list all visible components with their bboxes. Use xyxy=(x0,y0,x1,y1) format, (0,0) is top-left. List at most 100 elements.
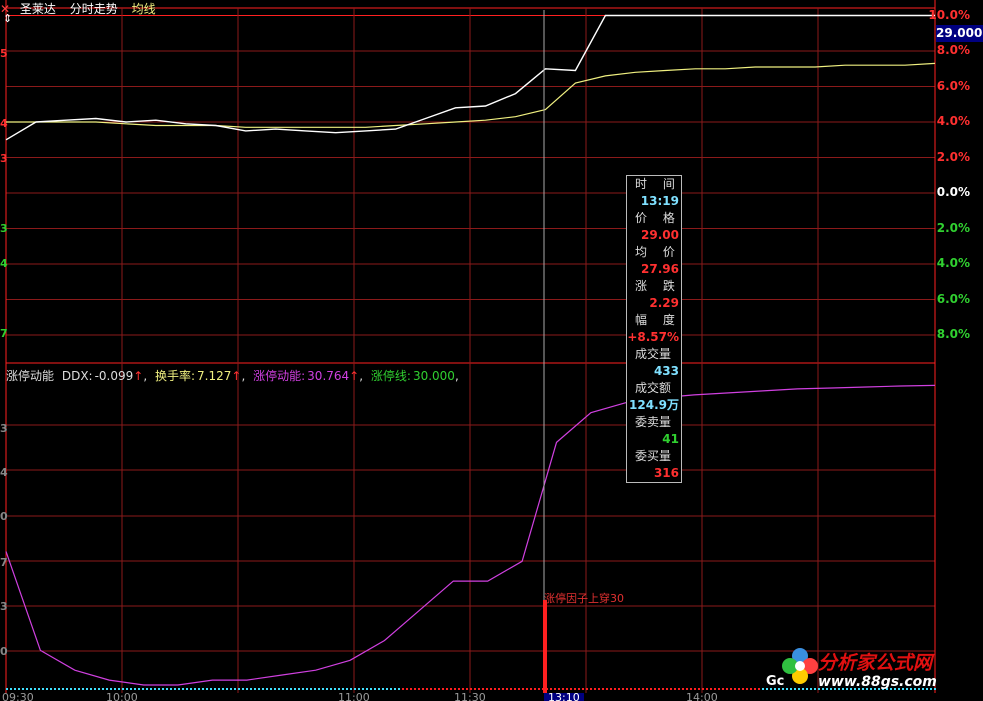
limit-dot xyxy=(506,688,508,690)
limit-dot xyxy=(126,688,128,690)
limit-dot xyxy=(150,688,152,690)
limit-dot xyxy=(70,688,72,690)
limit-dot xyxy=(158,688,160,690)
limit-dot xyxy=(466,688,468,690)
limit-dot xyxy=(450,688,452,690)
limit-dot xyxy=(550,688,552,690)
limit-dot xyxy=(554,688,556,690)
limit-dot xyxy=(758,688,760,690)
percent-label-up: 8.0% xyxy=(936,43,970,57)
limit-dot xyxy=(346,688,348,690)
limit-dot xyxy=(586,688,588,690)
limit-dot xyxy=(422,688,424,690)
turnover-comma: , xyxy=(241,369,246,383)
limit-dot xyxy=(722,688,724,690)
limit-dot xyxy=(646,688,648,690)
tooltip-change-label: 涨 跌 xyxy=(635,279,681,293)
limit-dot xyxy=(230,688,232,690)
limit-dot xyxy=(34,688,36,690)
percent-label-up: 2.0% xyxy=(936,149,970,164)
ddx-value: -0.099 xyxy=(94,369,134,383)
limit-dot xyxy=(254,688,256,690)
limit-dot xyxy=(634,688,636,690)
limit-dot xyxy=(598,688,600,690)
limit-dot xyxy=(594,688,596,690)
limit-dot xyxy=(314,688,316,690)
limit-dot xyxy=(110,688,112,690)
limit-dot xyxy=(762,688,764,690)
limit-dot xyxy=(266,688,268,690)
limit-dot xyxy=(282,688,284,690)
limit-dot xyxy=(454,688,456,690)
limit-dot xyxy=(486,688,488,690)
limit-dot xyxy=(338,688,340,690)
tooltip-sell-value: 41 xyxy=(662,432,679,446)
left-tick-lower-1: 4 xyxy=(0,257,8,270)
turnover-arrow: ↑ xyxy=(231,369,242,383)
limit-dot xyxy=(694,688,696,690)
limit-dot xyxy=(330,688,332,690)
limit-dot xyxy=(74,688,76,690)
limit-dot xyxy=(306,688,308,690)
limit-dot xyxy=(234,688,236,690)
limit-dot xyxy=(66,688,68,690)
limit-dot xyxy=(302,688,304,690)
limit-dot xyxy=(170,688,172,690)
limit-dot xyxy=(742,688,744,690)
limit-dot xyxy=(102,688,104,690)
limit-dot xyxy=(6,688,8,690)
limit-dot xyxy=(446,688,448,690)
limit-dot xyxy=(674,688,676,690)
limit-dot xyxy=(350,688,352,690)
limit-dot xyxy=(394,688,396,690)
limit-dot xyxy=(326,688,328,690)
limit-dot xyxy=(86,688,88,690)
intraday-chart[interactable] xyxy=(0,0,983,701)
limit-dot xyxy=(322,688,324,690)
logo-url[interactable]: www.88gs.com xyxy=(818,674,937,690)
limit-dot xyxy=(430,688,432,690)
limit-dot xyxy=(118,688,120,690)
limit-dot xyxy=(298,688,300,690)
chart-grid xyxy=(5,0,936,693)
expand-icon[interactable]: ⇕ xyxy=(3,12,12,25)
limit-dot xyxy=(210,688,212,690)
chart-title: 分时走势 xyxy=(69,2,118,16)
momentum-value: 30.764 xyxy=(307,369,350,383)
limit-dot xyxy=(310,688,312,690)
limit-dot xyxy=(198,688,200,690)
limit-dot xyxy=(670,688,672,690)
site-logo: 分析家公式网 www.88gs.com xyxy=(780,646,980,696)
percent-label-zero: 0.0% xyxy=(936,185,970,199)
left-tick-upper-1: 4 xyxy=(0,117,8,130)
logo-name: 分析家公式网 xyxy=(818,652,933,674)
limit-dot xyxy=(526,688,528,690)
limit-dot xyxy=(726,688,728,690)
limit-dot xyxy=(426,688,428,690)
limit-dot xyxy=(286,688,288,690)
percent-label-down: 6.0% xyxy=(936,291,970,306)
limit-dot xyxy=(702,688,704,690)
limit-dot xyxy=(662,688,664,690)
limit-dot xyxy=(378,688,380,690)
limit-dot xyxy=(438,688,440,690)
limit-dot xyxy=(534,688,536,690)
left-tick-upper-2: 3 xyxy=(0,152,8,165)
limit-dot xyxy=(206,688,208,690)
turnover-label: 换手率: xyxy=(155,369,196,383)
time-label-1100: 11:00 xyxy=(338,693,370,701)
limit-dot xyxy=(50,688,52,690)
limit-dot xyxy=(570,688,572,690)
avg-line-label: 均线 xyxy=(131,2,156,16)
limit-dot xyxy=(458,688,460,690)
limit-dot xyxy=(666,688,668,690)
limit-dot xyxy=(374,688,376,690)
limit-dot xyxy=(10,688,12,690)
limit-dot xyxy=(414,688,416,690)
limit-dot xyxy=(538,688,540,690)
indicator-name[interactable]: 涨停动能 xyxy=(6,369,54,383)
limit-dot xyxy=(714,688,716,690)
limit-comma: , xyxy=(454,369,459,383)
limit-dot xyxy=(26,688,28,690)
turnover-value: 7.127 xyxy=(197,369,232,383)
